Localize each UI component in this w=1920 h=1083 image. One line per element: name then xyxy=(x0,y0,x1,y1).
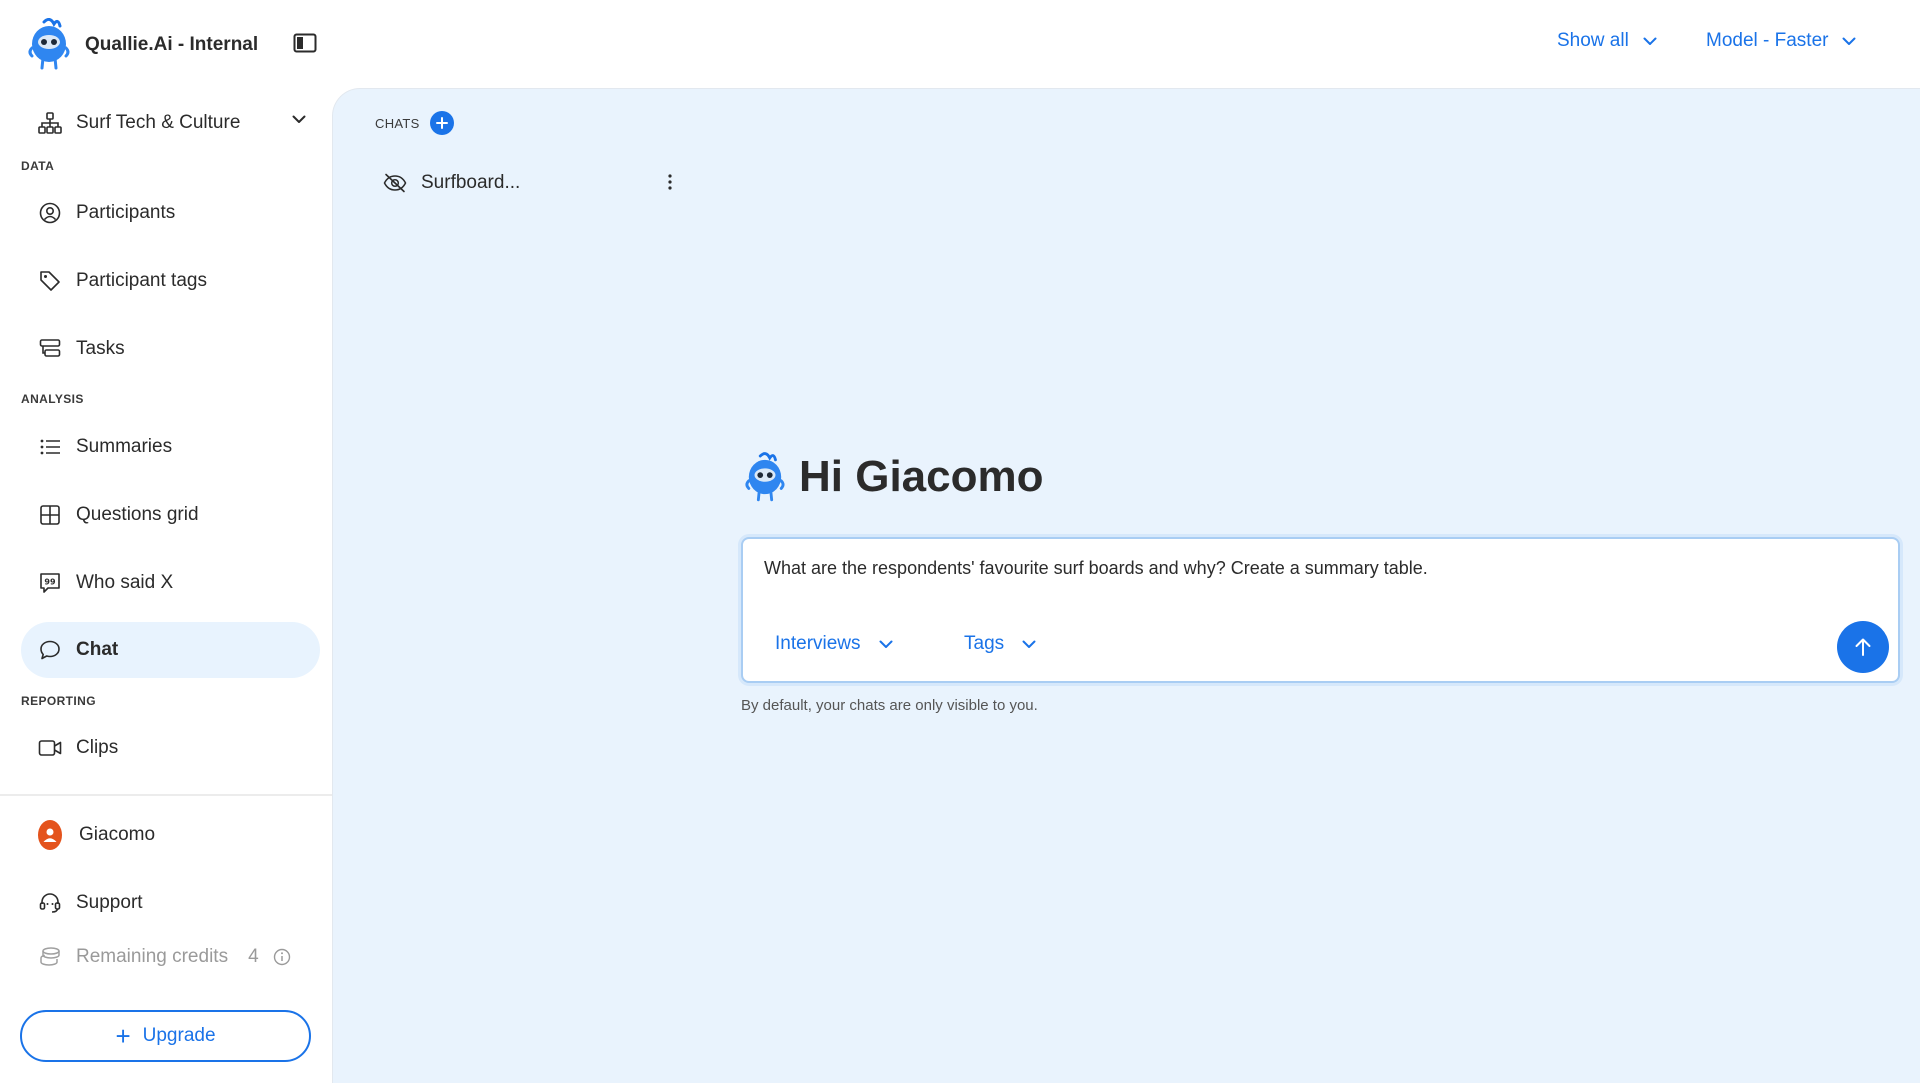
sidebar-item-questions-grid[interactable]: Questions grid xyxy=(21,487,320,543)
eye-off-icon xyxy=(383,173,407,193)
interviews-filter-dropdown[interactable]: Interviews xyxy=(775,633,893,655)
visibility-note: By default, your chats are only visible … xyxy=(741,697,1038,714)
chat-list-item[interactable]: Surfboard... xyxy=(383,165,673,201)
sidebar-item-label: Tasks xyxy=(76,338,125,359)
section-label-analysis: ANALYSIS xyxy=(21,392,84,406)
sidebar-item-participant-tags[interactable]: Participant tags xyxy=(21,253,320,309)
tags-filter-dropdown[interactable]: Tags xyxy=(964,633,1036,655)
sidebar-item-who-said-x[interactable]: 99 Who said X xyxy=(21,555,320,611)
sidebar-item-label: Questions grid xyxy=(76,504,199,525)
greeting-title: Hi Giacomo xyxy=(799,452,1044,501)
coins-icon xyxy=(38,946,62,968)
user-name: Giacomo xyxy=(79,824,156,845)
sidebar-toggle-icon[interactable] xyxy=(293,33,317,53)
tags-filter-label: Tags xyxy=(964,633,1005,654)
credits-value: 4 xyxy=(248,946,259,967)
chats-header: CHATS xyxy=(375,111,454,135)
sidebar-item-summaries[interactable]: Summaries xyxy=(21,419,320,475)
headset-icon xyxy=(38,891,62,915)
plus-icon xyxy=(435,117,448,129)
app-title: Quallie.Ai - Internal xyxy=(85,34,259,55)
sidebar-item-label: Chat xyxy=(76,639,119,660)
sidebar-item-label: Summaries xyxy=(76,436,173,457)
show-all-dropdown[interactable]: Show all xyxy=(1557,30,1657,52)
grid-icon xyxy=(38,503,62,527)
chat-title: Surfboard... xyxy=(421,172,521,193)
upgrade-label: Upgrade xyxy=(142,1025,216,1046)
video-icon xyxy=(38,736,62,760)
support-label: Support xyxy=(76,892,143,913)
more-vertical-icon[interactable] xyxy=(667,173,673,191)
greeting: Hi Giacomo xyxy=(745,451,1044,503)
chats-label: CHATS xyxy=(375,115,420,131)
svg-text:99: 99 xyxy=(44,578,56,587)
section-label-data: DATA xyxy=(21,159,55,173)
main-panel: CHATS Surfboard... Hi Giacomo What are t… xyxy=(332,88,1920,1083)
model-dropdown[interactable]: Model - Faster xyxy=(1706,30,1856,52)
top-bar: Quallie.Ai - Internal Show all Model - F… xyxy=(0,0,1920,88)
quallie-mascot-icon xyxy=(28,18,70,70)
plus-icon: + xyxy=(115,1021,131,1051)
project-selector[interactable]: Surf Tech & Culture xyxy=(38,104,306,142)
quote-icon: 99 xyxy=(38,571,62,595)
sidebar-item-label: Clips xyxy=(76,737,119,758)
interviews-filter-label: Interviews xyxy=(775,633,861,654)
remaining-credits: Remaining credits 4 xyxy=(38,946,291,968)
sidebar-item-tasks[interactable]: Tasks xyxy=(21,321,320,377)
avatar xyxy=(38,820,62,850)
quallie-mascot-icon xyxy=(745,451,785,503)
section-label-reporting: REPORTING xyxy=(21,694,96,708)
show-all-label: Show all xyxy=(1557,30,1629,51)
brand[interactable]: Quallie.Ai - Internal xyxy=(28,18,258,70)
user-profile[interactable]: Giacomo xyxy=(21,807,320,863)
avatar-icon xyxy=(38,820,62,850)
chevron-down-icon xyxy=(1828,37,1856,46)
arrow-up-icon xyxy=(1852,636,1874,658)
sidebar: Surf Tech & Culture DATA Participants Pa… xyxy=(0,88,332,1083)
sidebar-item-label: Participants xyxy=(76,202,176,223)
chevron-down-icon xyxy=(1004,640,1036,649)
upgrade-button[interactable]: + Upgrade xyxy=(20,1010,311,1062)
list-icon xyxy=(38,435,62,459)
model-label: Model - Faster xyxy=(1706,30,1829,51)
new-chat-button[interactable] xyxy=(429,111,454,135)
chevron-down-icon xyxy=(292,115,306,124)
sidebar-divider xyxy=(0,794,332,796)
support-link[interactable]: Support xyxy=(21,875,320,931)
user-circle-icon xyxy=(38,201,62,225)
info-icon[interactable] xyxy=(273,948,291,966)
tasks-icon xyxy=(38,337,62,361)
sidebar-item-clips[interactable]: Clips xyxy=(21,720,320,776)
tag-icon xyxy=(38,269,62,293)
credits-label: Remaining credits xyxy=(76,946,229,967)
chat-composer: What are the respondents' favourite surf… xyxy=(741,537,1900,683)
sidebar-item-chat[interactable]: Chat xyxy=(21,622,320,678)
project-name: Surf Tech & Culture xyxy=(76,112,241,133)
chevron-down-icon xyxy=(1629,37,1657,46)
sidebar-item-label: Who said X xyxy=(76,572,174,593)
hierarchy-icon xyxy=(38,112,62,134)
chevron-down-icon xyxy=(861,640,893,649)
sidebar-item-participants[interactable]: Participants xyxy=(21,185,320,241)
chat-bubble-icon xyxy=(38,638,62,662)
send-button[interactable] xyxy=(1837,621,1889,673)
sidebar-item-label: Participant tags xyxy=(76,270,207,291)
chat-input[interactable]: What are the respondents' favourite surf… xyxy=(764,558,1804,579)
